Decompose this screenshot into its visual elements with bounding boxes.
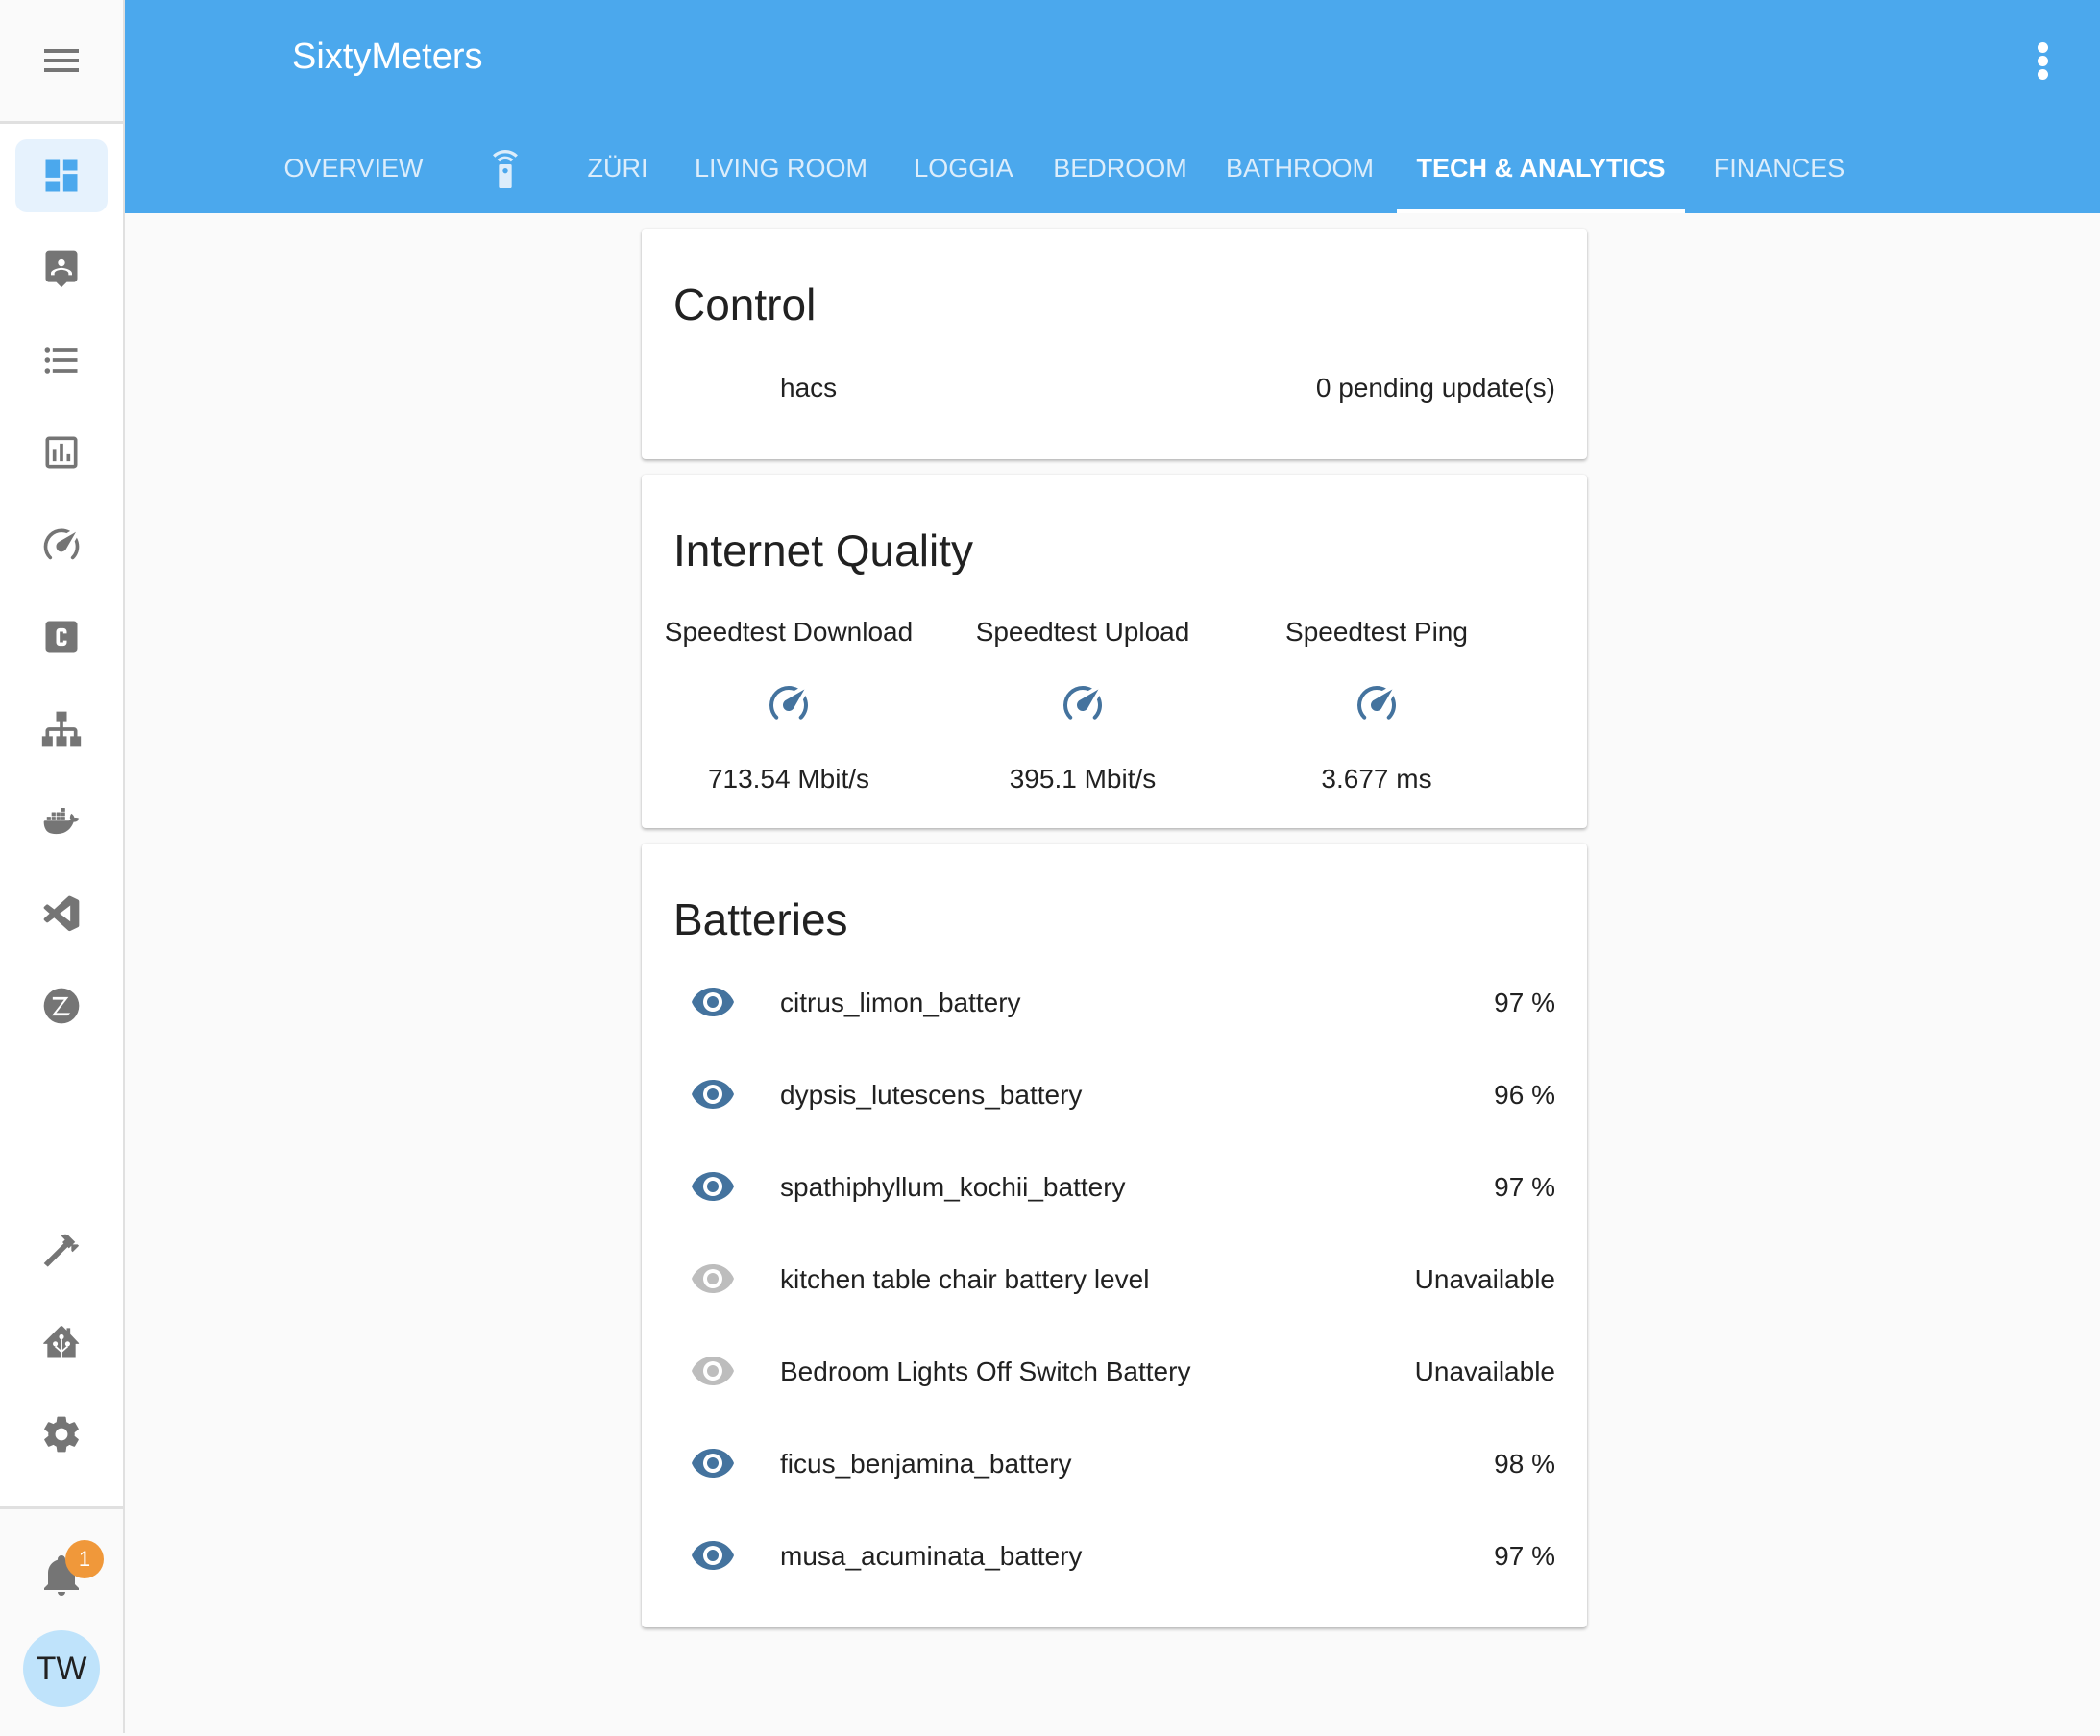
sidebar-item-hacs[interactable] — [15, 1306, 108, 1379]
c-box-icon — [45, 621, 78, 653]
eye-icon — [692, 1080, 734, 1109]
entity-state: Unavailable — [1414, 1264, 1555, 1294]
sidebar-item-zwave[interactable] — [15, 969, 108, 1042]
glance-item-upload[interactable]: Speedtest Upload 395.1 Mbit/s — [936, 617, 1230, 795]
card-title: Batteries — [673, 894, 848, 944]
glance-item-ping[interactable]: Speedtest Ping 3.677 ms — [1230, 617, 1524, 795]
settings-icon — [44, 1416, 79, 1453]
tab-finances[interactable]: FINANCES — [1685, 134, 1873, 213]
battery-row[interactable]: kitchen table chair battery level Unavail… — [642, 1253, 1587, 1310]
control-card: Control hacs 0 pending update(s) — [642, 229, 1587, 459]
entity-state: Unavailable — [1414, 1357, 1555, 1386]
sidebar-item-history[interactable] — [15, 416, 108, 489]
entity-name: musa_acuminata_battery — [780, 1541, 1083, 1571]
glance-name: Speedtest Download — [664, 617, 914, 647]
dashboard-icon — [45, 159, 78, 192]
entity-state: 98 % — [1494, 1449, 1555, 1479]
eye-icon — [692, 1264, 734, 1293]
batteries-card: Batteries citrus_limon_battery 97 % dypsis… — [642, 844, 1587, 1627]
more-vertical-icon[interactable] — [2035, 42, 2050, 81]
tab-loggia[interactable]: LOGGIA — [890, 134, 1038, 213]
battery-row[interactable]: spathiphyllum_kochii_battery 97 % — [642, 1161, 1587, 1218]
entity-name: Bedroom Lights Off Switch Battery — [780, 1357, 1191, 1386]
hammer-icon — [43, 1234, 80, 1267]
sidebar-item-map[interactable] — [15, 232, 108, 305]
menu-icon[interactable] — [44, 49, 79, 72]
entity-state: 96 % — [1494, 1080, 1555, 1110]
entity-name: kitchen table chair battery level — [780, 1264, 1150, 1294]
tab-living-room[interactable]: LIVING ROOM — [672, 134, 890, 213]
entity-name: hacs — [780, 373, 838, 403]
glance-item-download[interactable]: Speedtest Download 713.54 Mbit/s — [642, 617, 936, 795]
app-title: SixtyMeters — [292, 37, 483, 77]
chart-box-icon — [45, 436, 78, 469]
entity-state: 97 % — [1494, 1541, 1555, 1571]
eye-icon — [692, 988, 734, 1016]
view-tabs: OVERVIEW ZÜRI LIVING ROOM LOGGIA BEDROOM… — [125, 134, 2100, 213]
sidebar-item-c[interactable] — [15, 600, 108, 673]
glance-name: Speedtest Ping — [1285, 617, 1468, 647]
tab-overview[interactable]: OVERVIEW — [259, 134, 448, 213]
entity-name: citrus_limon_battery — [780, 988, 1021, 1017]
entity-name: ficus_benjamina_battery — [780, 1449, 1072, 1479]
speedometer-icon — [43, 528, 80, 560]
tab-tech-analytics[interactable]: TECH & ANALYTICS — [1397, 134, 1685, 213]
sidebar-item-network[interactable] — [15, 693, 108, 766]
entity-row-hacs[interactable]: hacs 0 pending update(s) — [642, 361, 1587, 419]
sidebar-item-developer-tools[interactable] — [15, 1213, 108, 1286]
entity-state: 0 pending update(s) — [1315, 373, 1555, 403]
entity-state: 97 % — [1494, 988, 1555, 1017]
eye-icon — [692, 1357, 734, 1385]
battery-row[interactable]: citrus_limon_battery 97 % — [642, 976, 1587, 1034]
eye-icon — [692, 1541, 734, 1570]
glance-state: 395.1 Mbit/s — [1009, 764, 1157, 794]
speedometer-icon — [1063, 686, 1102, 720]
entity-name: dypsis_lutescens_battery — [780, 1080, 1083, 1110]
network-sitemap-icon — [41, 711, 82, 747]
sidebar-item-speedtest[interactable] — [15, 508, 108, 581]
eye-icon — [692, 1172, 734, 1201]
sidebar-header — [0, 0, 123, 124]
tab-bathroom[interactable]: BATHROOM — [1203, 134, 1397, 213]
entity-name: spathiphyllum_kochii_battery — [780, 1172, 1126, 1202]
battery-row[interactable]: ficus_benjamina_battery 98 % — [642, 1437, 1587, 1495]
sidebar-item-logbook[interactable] — [15, 324, 108, 397]
sidebar-item-overview[interactable] — [15, 139, 108, 212]
speedometer-icon — [769, 686, 808, 720]
tab-bedroom[interactable]: BEDROOM — [1038, 134, 1203, 213]
glance-state: 3.677 ms — [1321, 764, 1432, 794]
sidebar-footer: 1 TW — [0, 1506, 123, 1736]
card-title: Control — [673, 280, 817, 330]
sidebar-item-docker[interactable] — [15, 785, 108, 858]
tab-zuri[interactable]: ZÜRI — [563, 134, 672, 213]
sidebar-list — [0, 124, 123, 1507]
home-assistant-icon — [43, 1326, 80, 1358]
sidebar-item-vscode[interactable] — [15, 877, 108, 950]
docker-icon — [43, 808, 80, 835]
zwave-icon — [43, 988, 80, 1024]
vscode-icon — [43, 895, 80, 932]
battery-row[interactable]: musa_acuminata_battery 97 % — [642, 1529, 1587, 1587]
entity-state: 97 % — [1494, 1172, 1555, 1202]
internet-quality-card: Internet Quality Speedtest Download 713.… — [642, 475, 1587, 828]
format-list-icon — [44, 347, 78, 374]
eye-icon — [692, 1449, 734, 1478]
speedometer-icon — [1357, 686, 1396, 720]
tab-remote[interactable] — [448, 134, 563, 213]
remote-icon — [493, 150, 518, 188]
card-title: Internet Quality — [673, 526, 973, 575]
user-avatar[interactable]: TW — [23, 1630, 100, 1707]
account-location-icon — [45, 250, 78, 288]
glance-state: 713.54 Mbit/s — [707, 764, 870, 794]
app-header: SixtyMeters OVERVIEW ZÜRI LIVING ROOM LO… — [125, 0, 2100, 213]
battery-row[interactable]: Bedroom Lights Off Switch Battery Unavail… — [642, 1345, 1587, 1403]
glance-name: Speedtest Upload — [975, 617, 1190, 647]
sidebar: 1 TW — [0, 0, 125, 1736]
battery-row[interactable]: dypsis_lutescens_battery 96 % — [642, 1068, 1587, 1126]
notification-badge: 1 — [65, 1540, 104, 1578]
sidebar-item-settings[interactable] — [15, 1398, 108, 1471]
